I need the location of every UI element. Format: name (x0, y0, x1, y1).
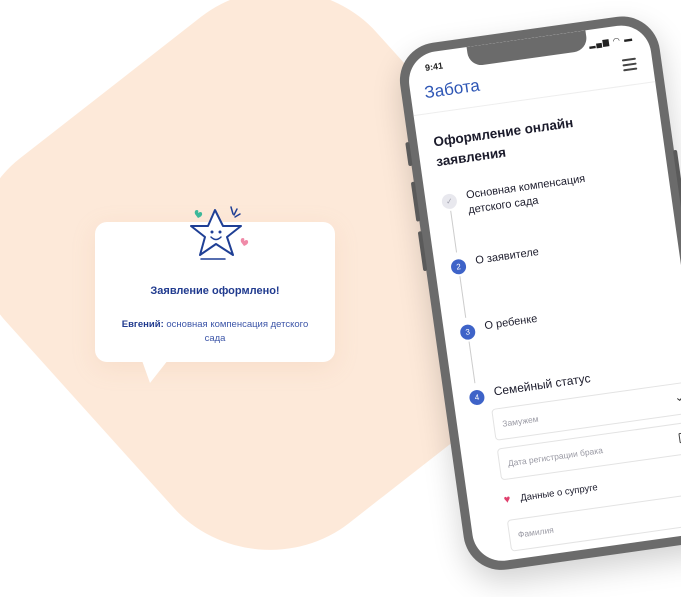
marriage-date-placeholder: Дата регистрации брака (507, 445, 604, 469)
step-number: 4 (468, 389, 486, 406)
check-icon: ✓ (440, 192, 458, 210)
form-title: Оформление онлайн заявления (432, 115, 575, 170)
chevron-down-icon: ⌄ (673, 389, 681, 405)
step-label: Основная компенсация детского сада (465, 172, 586, 217)
spouse-section-label: Данные о супруге (519, 481, 599, 504)
heart-icon: ♥ (503, 493, 512, 507)
step-label: О заявителе (474, 246, 540, 267)
success-card-tail (140, 355, 172, 383)
step-connector (459, 276, 467, 318)
application-type: основная компенсация детского сада (166, 319, 309, 344)
status-icons: ▂▄▆ ◠ ▬ (588, 33, 634, 49)
success-message: Евгений: основная компенсация детского с… (115, 318, 315, 346)
phone-mockup: 9:41 ▂▄▆ ◠ ▬ Забота Оформление онлайн за… (395, 11, 681, 575)
menu-icon[interactable] (621, 57, 638, 75)
step-1[interactable]: ✓ Основная компенсация детского сада (440, 168, 617, 222)
step-label: О ребенке (483, 312, 539, 333)
app-title: Забота (423, 75, 481, 103)
success-title: Заявление оформлено! (150, 285, 280, 297)
marital-status-placeholder: Замужем (501, 413, 540, 429)
phone-power-button (672, 149, 681, 210)
star-mascot-icon (185, 202, 255, 268)
step-2[interactable]: 2 О заявителе (450, 233, 626, 276)
step-3[interactable]: 3 О ребенке (459, 298, 635, 341)
status-time: 9:41 (424, 60, 444, 73)
applicant-name: Евгений: (121, 319, 164, 330)
step-connector (468, 341, 476, 384)
spouse-section-header: ♥ Данные о супруге (503, 481, 599, 507)
surname-placeholder: Фамилия (517, 524, 555, 540)
phone-screen: 9:41 ▂▄▆ ◠ ▬ Забота Оформление онлайн за… (405, 21, 681, 565)
step-number: 3 (459, 323, 477, 341)
step-number: 2 (450, 258, 468, 276)
phone-notch (466, 30, 589, 67)
